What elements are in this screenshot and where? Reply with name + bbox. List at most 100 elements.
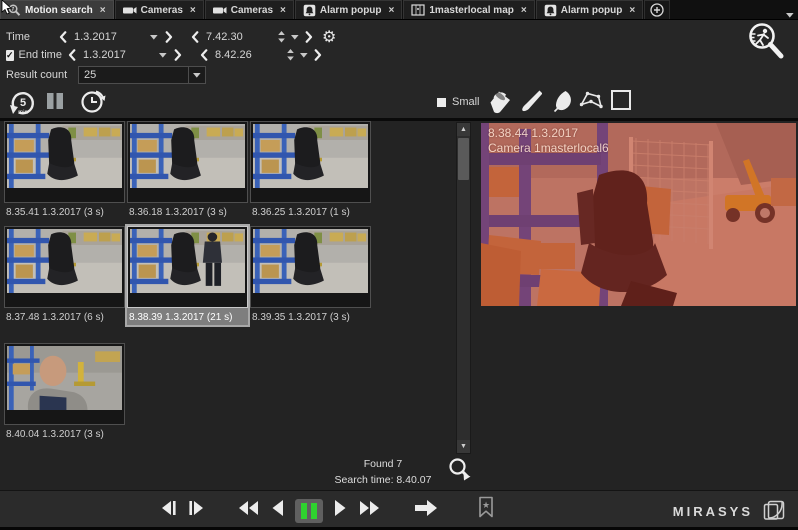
close-icon[interactable]: ×: [280, 5, 286, 16]
end-time-value[interactable]: 8.42.26: [211, 49, 283, 61]
result-thumbnail-5-selected[interactable]: 8.38.39 1.3.2017 (21 s): [127, 226, 248, 325]
thumbnail-frame: [4, 121, 125, 203]
step-back-button[interactable]: [158, 498, 178, 523]
tab-alarm-popup-1[interactable]: Alarm popup ×: [295, 0, 403, 19]
rectangle-tool-button[interactable]: [610, 89, 632, 116]
start-date-value: 1.3.2017: [74, 31, 117, 43]
prev-time-button[interactable]: [188, 31, 202, 43]
result-thumbnail-2[interactable]: 8.36.18 1.3.2017 (3 s): [127, 121, 248, 220]
search-again-button[interactable]: [447, 457, 473, 488]
thumbnail-size-control[interactable]: Small: [437, 96, 480, 108]
result-thumbnail-1[interactable]: 8.35.41 1.3.2017 (3 s): [4, 121, 125, 220]
result-thumbnail-6[interactable]: 8.39.35 1.3.2017 (3 s): [250, 226, 371, 325]
scrollbar-thumb[interactable]: [458, 138, 469, 180]
tab-label: Motion search: [25, 5, 93, 16]
start-time-value[interactable]: 7.42.30: [202, 31, 274, 43]
scroll-up-button[interactable]: ▲: [457, 123, 470, 136]
size-label: Small: [452, 96, 480, 108]
tab-alarm-popup-2[interactable]: Alarm popup ×: [536, 0, 644, 19]
step-forward-button[interactable]: [187, 498, 207, 523]
start-date-field[interactable]: 1.3.2017: [70, 31, 162, 43]
result-thumbnail-3[interactable]: 8.36.25 1.3.2017 (1 s): [250, 121, 371, 220]
result-count-select[interactable]: 25: [78, 66, 206, 84]
arrow-right-icon: [413, 497, 439, 519]
close-icon[interactable]: ×: [629, 5, 635, 16]
search-runner-icon: [744, 21, 790, 67]
pause-button[interactable]: [295, 499, 323, 523]
map-icon: [411, 4, 425, 16]
chevron-down-icon: [300, 53, 308, 58]
thumbnail-image: [7, 124, 122, 188]
close-icon[interactable]: ×: [389, 5, 395, 16]
play-button[interactable]: [332, 498, 348, 523]
mirasys-logo-icon: [760, 499, 786, 523]
prev-end-time-button[interactable]: [197, 49, 211, 61]
results-scrollbar[interactable]: ▲ ▼: [456, 122, 471, 454]
results-row-1: 8.35.41 1.3.2017 (3 s) 8.36.18 1.3.2017 …: [4, 121, 371, 220]
next-end-time-button[interactable]: [311, 49, 325, 61]
tab-label: Cameras: [141, 5, 183, 16]
camera-playback-view[interactable]: 8.38.44 1.3.2017 Camera 1masterlocal6: [481, 123, 796, 306]
result-timestamp: 8.39.35 1.3.2017 (3 s): [250, 308, 371, 325]
thumbnail-frame: [250, 226, 371, 308]
result-thumbnail-7[interactable]: 8.40.04 1.3.2017 (3 s): [4, 343, 125, 442]
chevron-down-icon: [159, 53, 167, 58]
paint-bucket-icon: [486, 89, 512, 115]
thumbnail-frame: [4, 226, 125, 308]
rewind-5min-button[interactable]: 5 min: [8, 88, 36, 121]
chevron-down-icon: [786, 13, 794, 18]
jump-next-button[interactable]: [413, 497, 439, 524]
start-time-dropdown[interactable]: [288, 35, 302, 40]
time-search-button[interactable]: [80, 88, 106, 119]
fill-tool-button[interactable]: [486, 89, 512, 120]
chevron-down-icon: [291, 35, 299, 40]
tab-label: Alarm popup: [561, 5, 623, 16]
chevron-left-icon: [68, 49, 76, 61]
close-icon[interactable]: ×: [100, 5, 106, 16]
tab-motion-search[interactable]: Motion search ×: [0, 0, 114, 19]
rewind-button[interactable]: [237, 498, 261, 523]
time-label: Time: [6, 31, 56, 43]
results-area: 8.35.41 1.3.2017 (3 s) 8.36.18 1.3.2017 …: [0, 121, 798, 490]
result-count-dropdown[interactable]: [188, 67, 205, 83]
eraser-icon: [549, 89, 573, 113]
chevron-right-icon: [174, 49, 182, 61]
end-time-checkbox[interactable]: ✓: [6, 50, 14, 61]
next-end-date-button[interactable]: [171, 49, 185, 61]
found-count: Found 7: [320, 456, 446, 472]
close-icon[interactable]: ×: [521, 5, 527, 16]
start-time-spinner[interactable]: [274, 31, 288, 43]
prev-end-date-button[interactable]: [65, 49, 79, 61]
tab-cameras-1[interactable]: Cameras ×: [115, 0, 204, 19]
next-date-button[interactable]: [162, 31, 176, 43]
tab-masterlocal-map[interactable]: 1masterlocal map ×: [403, 0, 534, 19]
polygon-tool-button[interactable]: [578, 90, 604, 117]
plus-icon: [650, 3, 664, 17]
tab-label: 1masterlocal map: [429, 5, 514, 16]
result-thumbnail-4[interactable]: 8.37.48 1.3.2017 (6 s): [4, 226, 125, 325]
spinner-icon: [287, 49, 294, 61]
end-date-field[interactable]: 1.3.2017: [79, 49, 171, 61]
next-time-button[interactable]: [302, 31, 316, 43]
play-backward-button[interactable]: [270, 498, 286, 523]
size-checkbox[interactable]: [437, 98, 446, 107]
mouse-cursor: [1, 0, 13, 20]
pause-bar: [301, 503, 307, 519]
bookmark-button[interactable]: ★: [477, 496, 495, 523]
camera-icon: [123, 4, 137, 16]
step-back-icon: [158, 498, 178, 518]
end-time-dropdown[interactable]: [297, 53, 311, 58]
prev-date-button[interactable]: [56, 31, 70, 43]
result-count-value: 25: [79, 69, 188, 81]
pause-tool-button[interactable]: [44, 92, 66, 115]
rectangle-icon: [610, 89, 632, 111]
tab-cameras-2[interactable]: Cameras ×: [205, 0, 294, 19]
scroll-down-button[interactable]: ▼: [457, 440, 470, 453]
fast-forward-button[interactable]: [357, 498, 381, 523]
add-tab-button[interactable]: [644, 0, 670, 19]
gear-icon[interactable]: ⚙: [322, 27, 336, 47]
brand-name: MIRASYS: [673, 504, 753, 519]
close-icon[interactable]: ×: [190, 5, 196, 16]
motion-search-button[interactable]: [744, 21, 790, 72]
end-time-spinner[interactable]: [283, 49, 297, 61]
